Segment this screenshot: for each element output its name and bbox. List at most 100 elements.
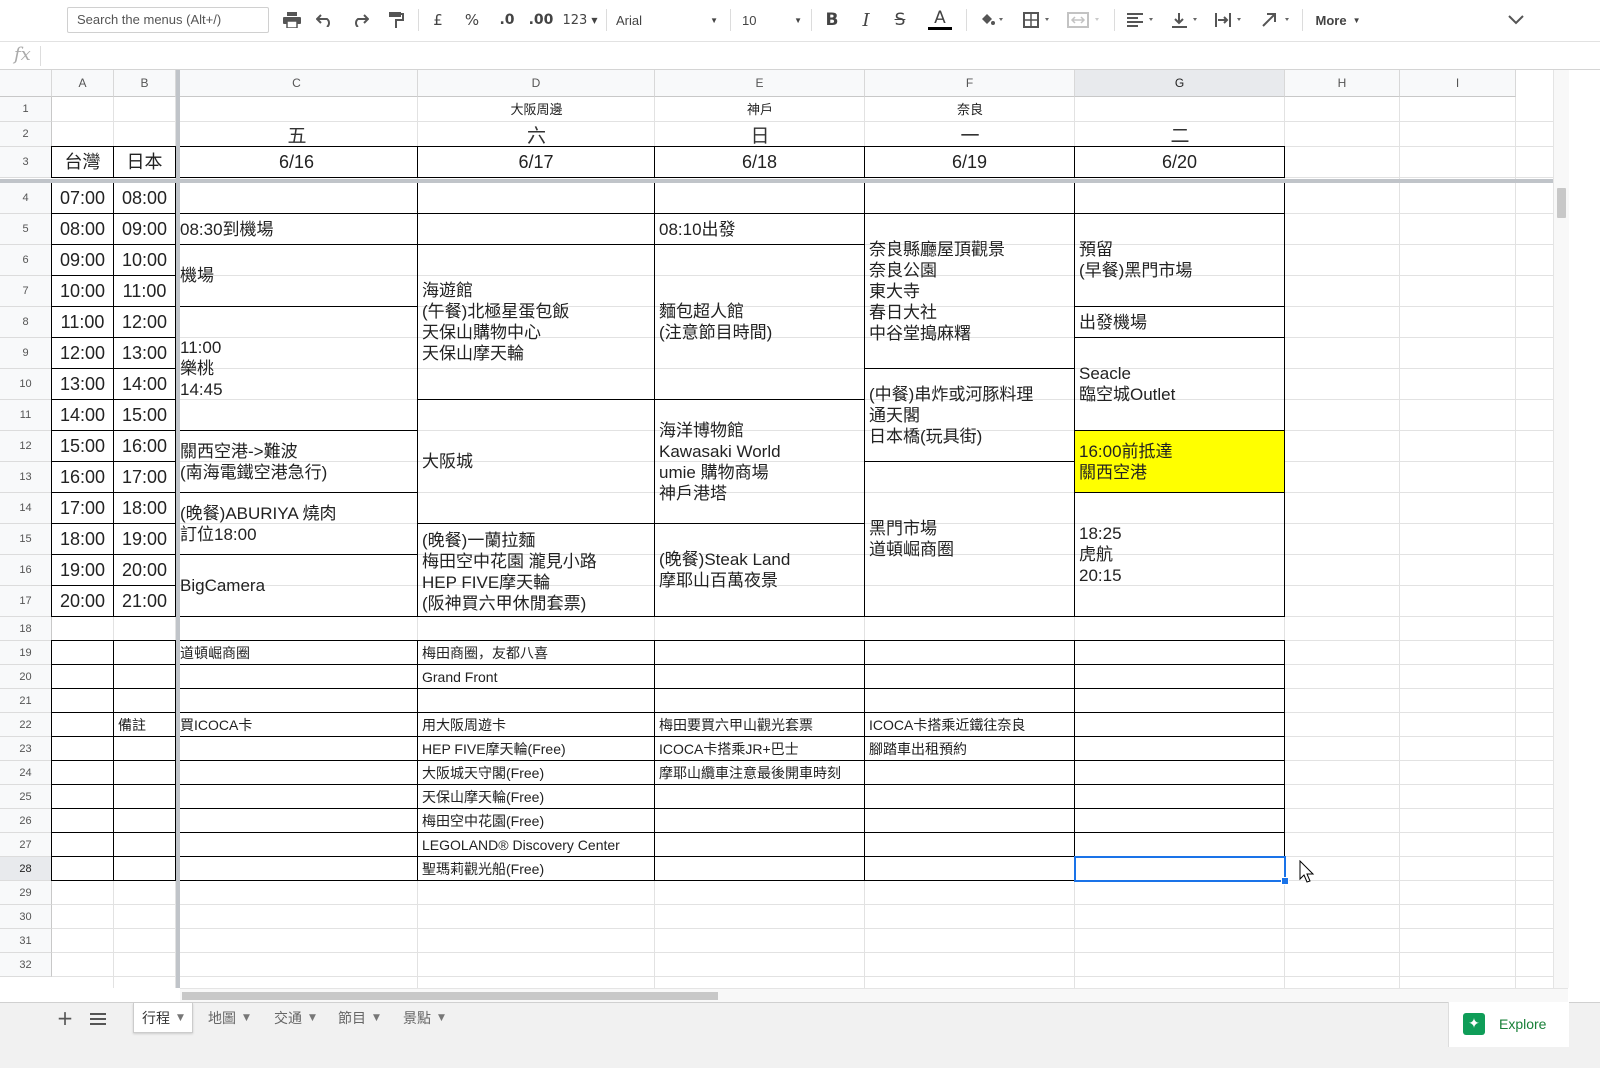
paint-format-icon[interactable] bbox=[385, 8, 407, 32]
note-cell[interactable] bbox=[113, 784, 176, 809]
japan-time-cell[interactable]: 20:00 bbox=[113, 554, 176, 586]
fill-handle[interactable] bbox=[1281, 877, 1289, 885]
row-header-16[interactable]: 16 bbox=[0, 555, 52, 586]
borders-icon[interactable] bbox=[1020, 8, 1056, 32]
taiwan-time-cell[interactable]: 17:00 bbox=[51, 492, 114, 524]
note-cell[interactable] bbox=[654, 784, 865, 809]
note-text[interactable]: 摩耶山纜車注意最後開車時刻 bbox=[655, 761, 865, 785]
note-cell[interactable] bbox=[1074, 640, 1285, 665]
note-text[interactable]: HEP FIVE摩天輪(Free) bbox=[418, 737, 655, 761]
taiwan-time-cell[interactable]: 07:00 bbox=[51, 182, 114, 214]
note-text[interactable]: 聖瑪莉觀光船(Free) bbox=[418, 857, 655, 881]
row-header-24[interactable]: 24 bbox=[0, 761, 52, 785]
more-menu-button[interactable]: More ▼ bbox=[1310, 8, 1366, 32]
merge-cells-icon[interactable] bbox=[1064, 8, 1106, 32]
note-cell[interactable] bbox=[175, 808, 418, 833]
row-header-1[interactable]: 1 bbox=[0, 97, 52, 122]
schedule-block[interactable]: 黑門市場 道頓崛商圈 bbox=[864, 461, 1075, 617]
add-sheet-icon[interactable]: + bbox=[56, 1006, 74, 1030]
date-header[interactable]: 6/17 bbox=[417, 146, 655, 178]
text-rotation-icon[interactable] bbox=[1258, 8, 1296, 32]
chevron-down-icon[interactable]: ▼ bbox=[309, 1013, 316, 1023]
note-text[interactable]: ICOCA卡搭乘JR+巴士 bbox=[655, 737, 865, 761]
note-cell[interactable] bbox=[113, 688, 176, 713]
schedule-block[interactable]: 海洋博物館 Kawasaki World umie 購物商場 神戶港塔 bbox=[654, 399, 865, 524]
note-cell[interactable] bbox=[113, 736, 176, 761]
bold-button[interactable]: B bbox=[822, 8, 842, 32]
text-color-button[interactable]: A bbox=[920, 8, 960, 32]
taiwan-time-cell[interactable]: 09:00 bbox=[51, 244, 114, 276]
row-header-19[interactable]: 19 bbox=[0, 641, 52, 665]
schedule-block[interactable]: 大阪城 bbox=[417, 399, 655, 524]
note-cell[interactable] bbox=[654, 688, 865, 713]
note-cell[interactable] bbox=[175, 856, 418, 881]
weekday-label[interactable]: 六 bbox=[418, 122, 655, 147]
redo-icon[interactable] bbox=[349, 8, 371, 32]
note-cell[interactable] bbox=[654, 856, 865, 881]
row-header-15[interactable]: 15 bbox=[0, 524, 52, 555]
note-cell[interactable] bbox=[864, 832, 1075, 857]
decrease-decimal-button[interactable]: .0 bbox=[494, 8, 520, 32]
row-header-14[interactable]: 14 bbox=[0, 493, 52, 524]
date-header[interactable]: 日本 bbox=[113, 146, 176, 178]
note-text[interactable]: 大阪城天守閣(Free) bbox=[418, 761, 655, 785]
print-icon[interactable] bbox=[281, 8, 303, 32]
chevron-down-icon[interactable]: ▼ bbox=[243, 1013, 250, 1023]
note-text[interactable]: ICOCA卡搭乘近鐵往奈良 bbox=[865, 713, 1075, 737]
schedule-block[interactable] bbox=[1074, 182, 1285, 214]
all-sheets-icon[interactable] bbox=[90, 1011, 106, 1030]
note-cell[interactable] bbox=[51, 832, 114, 857]
column-header-g[interactable]: G bbox=[1075, 70, 1285, 97]
column-header-e[interactable]: E bbox=[655, 70, 865, 97]
taiwan-time-cell[interactable]: 18:00 bbox=[51, 523, 114, 555]
column-header-f[interactable]: F bbox=[865, 70, 1075, 97]
row-header-27[interactable]: 27 bbox=[0, 833, 52, 857]
weekday-label[interactable]: 五 bbox=[176, 122, 418, 147]
schedule-block[interactable] bbox=[175, 182, 418, 214]
row-header-20[interactable]: 20 bbox=[0, 665, 52, 689]
text-wrap-icon[interactable] bbox=[1212, 8, 1248, 32]
note-cell[interactable] bbox=[864, 784, 1075, 809]
note-cell[interactable] bbox=[864, 808, 1075, 833]
row-header-5[interactable]: 5 bbox=[0, 214, 52, 245]
chevron-down-icon[interactable]: ▼ bbox=[177, 1013, 184, 1023]
vertical-scrollbar[interactable] bbox=[1553, 70, 1569, 988]
explore-button[interactable]: ✦ Explore bbox=[1448, 1002, 1569, 1047]
column-header-d[interactable]: D bbox=[418, 70, 655, 97]
region-label[interactable]: 大阪周邊 bbox=[418, 97, 655, 122]
note-text[interactable]: 梅田空中花園(Free) bbox=[418, 809, 655, 833]
row-header-28[interactable]: 28 bbox=[0, 857, 52, 881]
note-text[interactable]: 梅田商圈，友都八喜 bbox=[418, 641, 655, 665]
schedule-block[interactable]: 18:25 虎航 20:15 bbox=[1074, 492, 1285, 617]
note-cell[interactable] bbox=[1074, 664, 1285, 689]
japan-time-cell[interactable]: 10:00 bbox=[113, 244, 176, 276]
note-cell[interactable] bbox=[51, 688, 114, 713]
note-text[interactable]: 腳踏車出租預約 bbox=[865, 737, 1075, 761]
weekday-label[interactable]: 二 bbox=[1075, 122, 1285, 147]
schedule-block[interactable]: 關西空港->難波 (南海電鐵空港急行) bbox=[175, 430, 418, 493]
note-cell[interactable] bbox=[175, 688, 418, 713]
row-header-6[interactable]: 6 bbox=[0, 245, 52, 276]
row-header-9[interactable]: 9 bbox=[0, 338, 52, 369]
weekday-label[interactable]: 日 bbox=[655, 122, 865, 147]
note-cell[interactable] bbox=[1074, 784, 1285, 809]
sheet-tab-2[interactable]: 地圖 ▼ bbox=[200, 1003, 258, 1033]
undo-icon[interactable] bbox=[314, 8, 336, 32]
note-cell[interactable] bbox=[51, 664, 114, 689]
note-cell[interactable] bbox=[113, 808, 176, 833]
spreadsheet-grid[interactable]: A B C D E F G H I 1 2 3 4 5 6 7 8 9 10 11 12 13 14 15 16 17 18 19 20… bbox=[0, 70, 1560, 988]
more-formats-button[interactable]: 123 ▼ bbox=[561, 8, 599, 32]
currency-button[interactable]: £ bbox=[428, 8, 448, 32]
date-header[interactable]: 6/20 bbox=[1074, 146, 1285, 178]
note-cell[interactable] bbox=[864, 856, 1075, 881]
taiwan-time-cell[interactable]: 16:00 bbox=[51, 461, 114, 493]
japan-time-cell[interactable]: 13:00 bbox=[113, 337, 176, 369]
note-cell[interactable] bbox=[175, 832, 418, 857]
increase-decimal-button[interactable]: .00 bbox=[527, 8, 555, 32]
row-header-29[interactable]: 29 bbox=[0, 881, 52, 905]
select-all-corner[interactable] bbox=[0, 70, 52, 97]
note-cell[interactable] bbox=[654, 640, 865, 665]
schedule-block[interactable]: (晚餐)ABURIYA 燒肉 訂位18:00 bbox=[175, 492, 418, 555]
schedule-block[interactable]: 08:30到機場 bbox=[175, 213, 418, 245]
schedule-block[interactable] bbox=[654, 182, 865, 214]
